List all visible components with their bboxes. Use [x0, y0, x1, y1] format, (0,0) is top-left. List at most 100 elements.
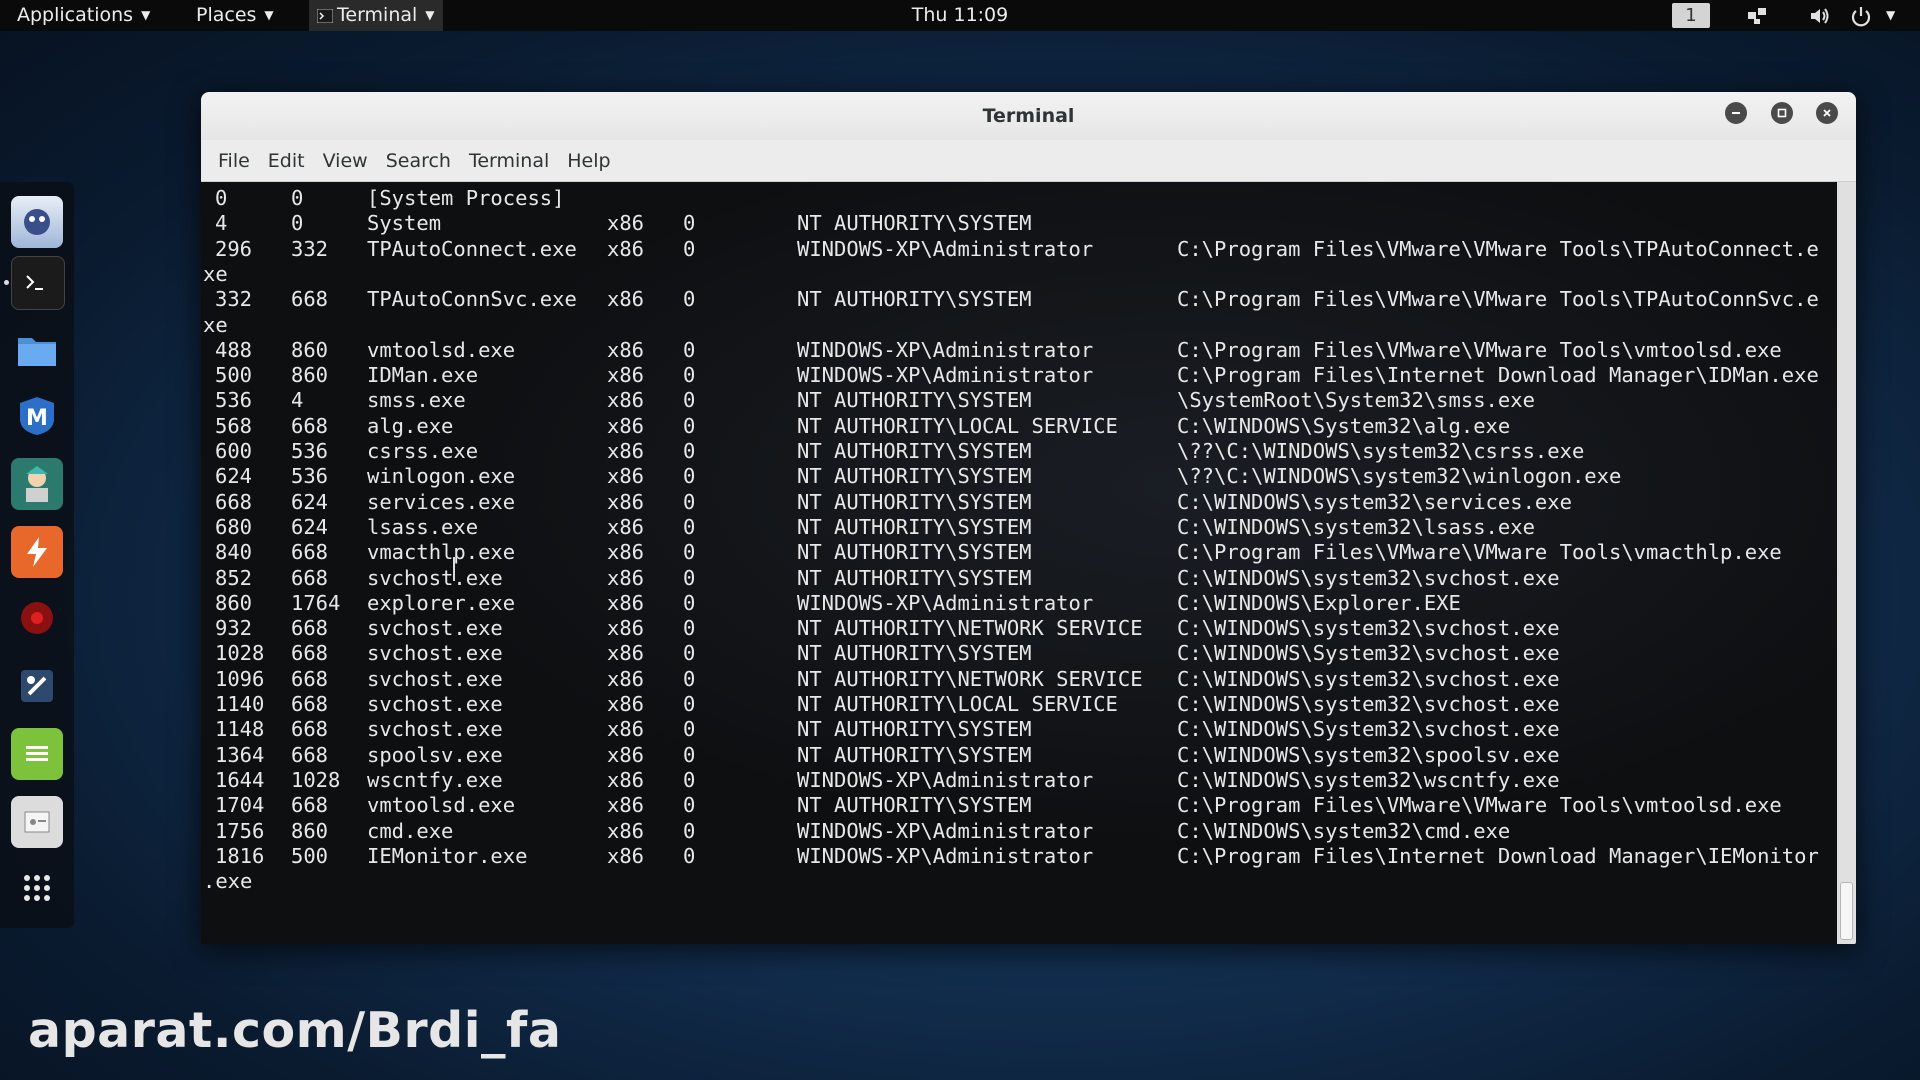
process-user: NT AUTHORITY\LOCAL SERVICE [797, 413, 1118, 438]
process-pid: 600 [215, 439, 253, 463]
process-user: NT AUTHORITY\SYSTEM [797, 439, 1032, 463]
terminal-window: Terminal File Edit View Search Terminal … [201, 92, 1856, 944]
show-apps-icon[interactable] [11, 862, 63, 914]
process-session: 0 [683, 413, 696, 438]
active-app-menu[interactable]: Terminal ▼ [309, 0, 443, 31]
scrollbar-thumb[interactable] [1840, 882, 1853, 940]
process-arch: x86 [607, 464, 645, 489]
clock-label[interactable]: Thu 11:09 [912, 0, 1008, 31]
process-arch: x86 [607, 666, 645, 691]
process-user: NT AUTHORITY\SYSTEM [797, 211, 1032, 236]
maltego-icon[interactable] [11, 196, 63, 248]
process-arch: x86 [607, 439, 645, 463]
places-menu[interactable]: Places ▼ [196, 0, 274, 31]
process-session: 0 [683, 337, 696, 362]
process-name: alg.exe [367, 413, 454, 438]
burpsuite-icon[interactable] [11, 526, 63, 578]
process-arch: x86 [607, 818, 645, 843]
process-pid: 568 [215, 413, 253, 438]
power-icon[interactable] [1849, 4, 1873, 28]
process-pid: 860 [215, 590, 253, 615]
menu-bar: File Edit View Search Terminal Help [201, 140, 1856, 182]
process-path: C:\WINDOWS\system32\services.exe [1177, 489, 1572, 514]
process-arch: x86 [607, 363, 645, 388]
process-name: wscntfy.exe [367, 767, 503, 792]
process-ppid: 668 [291, 666, 329, 691]
armitage-icon[interactable] [11, 458, 63, 510]
process-arch: x86 [607, 742, 645, 767]
network-icon[interactable] [1745, 4, 1769, 28]
process-path: \??\C:\WINDOWS\system32\csrss.exe [1177, 439, 1585, 463]
process-arch: x86 [607, 211, 645, 236]
process-user: NT AUTHORITY\SYSTEM [797, 540, 1032, 565]
settings-icon[interactable] [11, 796, 63, 848]
process-ppid: 668 [291, 565, 329, 590]
process-ppid: 668 [291, 616, 329, 641]
process-path: C:\Program Files\VMware\VMware Tools\vmt… [1177, 337, 1782, 362]
process-pid: 332 [215, 287, 253, 312]
clock: Thu 11:09 [0, 0, 1920, 31]
process-ppid: 0 [291, 211, 304, 236]
minimize-button[interactable] [1725, 102, 1747, 124]
process-session: 0 [683, 388, 696, 413]
chevron-down-icon[interactable]: ▼ [1886, 0, 1895, 31]
process-path: C:\WINDOWS\system32\svchost.exe [1177, 666, 1560, 691]
process-path: C:\WINDOWS\system32\wscntfy.exe [1177, 767, 1560, 792]
process-path: C:\WINDOWS\system32\svchost.exe [1177, 616, 1560, 641]
process-path: C:\Program Files\VMware\VMware Tools\TPA… [1177, 287, 1819, 312]
process-pid: 680 [215, 514, 253, 539]
process-user: WINDOWS-XP\Administrator [797, 236, 1094, 261]
faraday-icon[interactable] [11, 592, 63, 644]
process-pid: 840 [215, 540, 253, 565]
window-titlebar[interactable]: Terminal [201, 92, 1856, 140]
process-name: [System Process] [367, 186, 565, 210]
process-user: NT AUTHORITY\SYSTEM [797, 742, 1032, 767]
applications-menu[interactable]: Applications ▼ [17, 0, 150, 31]
process-user: NT AUTHORITY\SYSTEM [797, 565, 1032, 590]
process-arch: x86 [607, 236, 645, 261]
wrapped-text: .exe [203, 869, 253, 894]
terminal-icon[interactable] [11, 256, 65, 310]
files-icon[interactable] [11, 324, 63, 376]
terminal-app-icon [317, 8, 333, 23]
process-ppid: 1028 [291, 767, 341, 792]
dock: M [0, 182, 74, 928]
workspace-indicator[interactable]: 1 [1672, 3, 1710, 28]
active-app-label: Terminal [337, 4, 418, 26]
process-path: C:\WINDOWS\System32\alg.exe [1177, 413, 1511, 438]
process-name: vmtoolsd.exe [367, 793, 516, 818]
chevron-down-icon: ▼ [425, 8, 435, 22]
process-pid: 668 [215, 489, 253, 514]
cherrytree-icon[interactable] [11, 660, 63, 712]
process-session: 0 [683, 236, 696, 261]
process-session: 0 [683, 439, 696, 463]
process-session: 0 [683, 692, 696, 716]
menu-view[interactable]: View [314, 140, 377, 182]
process-arch: x86 [607, 337, 645, 362]
window-title: Terminal [982, 105, 1075, 127]
menu-edit[interactable]: Edit [259, 140, 314, 182]
menu-help[interactable]: Help [558, 140, 619, 182]
maximize-icon [1777, 108, 1787, 118]
process-ppid: 668 [291, 793, 329, 818]
process-name: svchost.exe [367, 692, 503, 716]
process-session: 0 [683, 742, 696, 767]
terminal-output[interactable]: 0 0 [System Process] 4 0 System x86 0 NT AUTHORI… [201, 182, 1837, 944]
menu-search[interactable]: Search [377, 140, 460, 182]
close-button[interactable] [1816, 102, 1838, 124]
process-arch: x86 [607, 641, 645, 666]
scrollbar[interactable] [1837, 182, 1856, 944]
metasploit-icon[interactable]: M [11, 390, 63, 442]
process-name: csrss.exe [367, 439, 479, 463]
volume-icon[interactable] [1808, 4, 1832, 28]
process-session: 0 [683, 793, 696, 818]
notes-icon[interactable] [11, 728, 63, 780]
process-ppid: 668 [291, 540, 329, 565]
process-user: NT AUTHORITY\SYSTEM [797, 489, 1032, 514]
process-arch: x86 [607, 692, 645, 716]
process-session: 0 [683, 590, 696, 615]
process-session: 0 [683, 666, 696, 691]
maximize-button[interactable] [1771, 102, 1793, 124]
menu-file[interactable]: File [209, 140, 259, 182]
menu-terminal[interactable]: Terminal [460, 140, 558, 182]
